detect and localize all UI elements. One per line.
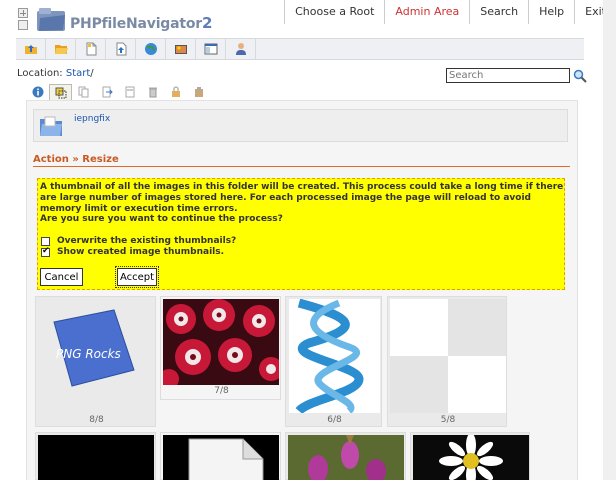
header: PHPfileNavigator2 Choose a Root Admin Ar… (0, 0, 616, 38)
new-file-icon (86, 42, 96, 56)
move-icon (102, 86, 113, 98)
toolbar (16, 38, 584, 60)
trash-icon (148, 87, 157, 98)
red-flowers-image (163, 299, 279, 385)
expand-icon[interactable] (18, 8, 28, 18)
lock-icon (171, 86, 180, 97)
logo-name: PHPfileNavigator (70, 16, 202, 32)
tab-compress[interactable] (187, 84, 210, 100)
photos-icon (174, 45, 187, 54)
web-button[interactable] (136, 39, 166, 59)
new-file-button[interactable] (76, 39, 106, 59)
upload-icon (116, 42, 126, 56)
tab-delete[interactable] (141, 84, 164, 100)
upload-button[interactable] (106, 39, 136, 59)
thumbnail-purple-flowers[interactable] (285, 432, 406, 480)
logo-icon (37, 8, 65, 31)
png-rocks-text: PNG Rocks (56, 347, 121, 361)
png-rocks-image: PNG Rocks (53, 309, 135, 387)
nav-help[interactable]: Help (528, 0, 574, 24)
globe-icon (144, 43, 157, 55)
search-input[interactable] (446, 68, 570, 83)
nav-search[interactable]: Search (469, 0, 528, 24)
open-folder-icon (54, 45, 68, 54)
tab-rename[interactable] (118, 84, 141, 100)
thumbnail-caption: 5/8 (440, 415, 456, 425)
archive-icon (194, 87, 203, 97)
thumbnail-caption: 6/8 (327, 415, 342, 425)
action-divider (33, 166, 570, 167)
show-thumbnails-label: Show created image thumbnails. (57, 247, 225, 257)
tab-resize[interactable] (49, 84, 72, 100)
thumbnail-caption: 8/8 (89, 415, 104, 425)
user-icon (235, 43, 246, 55)
location-label: Location: (17, 68, 63, 79)
action-tabs (26, 84, 210, 100)
document-image (163, 435, 279, 480)
overwrite-checkbox[interactable] (41, 236, 50, 246)
location-separator: / (90, 68, 94, 79)
action-title: Action » Resize (33, 154, 119, 165)
thumbnail-png-rocks[interactable]: PNG Rocks 8/8 (35, 296, 156, 427)
tab-permissions[interactable] (164, 84, 187, 100)
info-icon (32, 86, 43, 98)
resize-icon (55, 87, 66, 98)
accept-button[interactable]: Accept (115, 266, 159, 288)
rename-icon (125, 86, 134, 98)
overwrite-option: Overwrite the existing thumbnails? (41, 236, 236, 246)
tab-info[interactable] (26, 84, 49, 100)
show-thumbnails-option: Show created image thumbnails. (41, 246, 225, 257)
thumbnail-dna-helix[interactable]: 6/8 (285, 296, 382, 427)
nav-admin-area[interactable]: Admin Area (384, 0, 469, 24)
up-folder-button[interactable] (16, 39, 46, 59)
nav-choose-root[interactable]: Choose a Root (284, 0, 384, 24)
logo-suffix: 2 (202, 14, 213, 32)
location-bar: Location: Start/ (17, 68, 94, 79)
location-start-link[interactable]: Start (66, 68, 90, 79)
checker-image (390, 299, 506, 413)
user-button[interactable] (226, 39, 256, 59)
top-nav: Choose a Root Admin Area Search Help Exi… (284, 0, 616, 24)
thumbnail-red-flowers[interactable]: 7/8 (160, 296, 281, 400)
up-folder-icon (24, 45, 37, 54)
thumbnail-daisy[interactable] (410, 432, 530, 480)
open-folder-button[interactable] (46, 39, 76, 59)
overwrite-label: Overwrite the existing thumbnails? (57, 236, 237, 246)
search-icon[interactable] (573, 69, 587, 83)
page-scrollbar[interactable] (603, 0, 616, 480)
confirm-question: Are you sure you want to continue the pr… (40, 214, 283, 224)
folder-info: iepngfix (33, 109, 568, 142)
tab-move[interactable] (95, 84, 118, 100)
black-image (38, 435, 154, 480)
cancel-button[interactable]: Cancel (40, 268, 83, 286)
purple-flowers-image (288, 435, 404, 480)
warning-box: A thumbnail of all the images in this fo… (37, 178, 565, 290)
daisy-image (413, 435, 529, 480)
thumbnail-black[interactable] (35, 432, 156, 480)
thumbnail-caption: 7/8 (214, 386, 229, 396)
collapse-icon[interactable] (18, 20, 28, 30)
logo-text: PHPfileNavigator2 (70, 14, 212, 32)
tab-copy[interactable] (72, 84, 95, 100)
copy-icon (78, 86, 88, 98)
dna-helix-image (289, 299, 380, 413)
photos-button[interactable] (166, 39, 196, 59)
thumbnail-document[interactable] (160, 432, 281, 480)
folder-icon (40, 116, 62, 136)
window-icon (204, 43, 217, 55)
show-thumbnails-checkbox[interactable] (41, 246, 50, 257)
thumbnail-checker[interactable]: 5/8 (387, 296, 507, 427)
view-toggle-button[interactable] (196, 39, 226, 59)
folder-name-link[interactable]: iepngfix (74, 114, 110, 124)
warning-text: A thumbnail of all the images in this fo… (40, 182, 564, 214)
